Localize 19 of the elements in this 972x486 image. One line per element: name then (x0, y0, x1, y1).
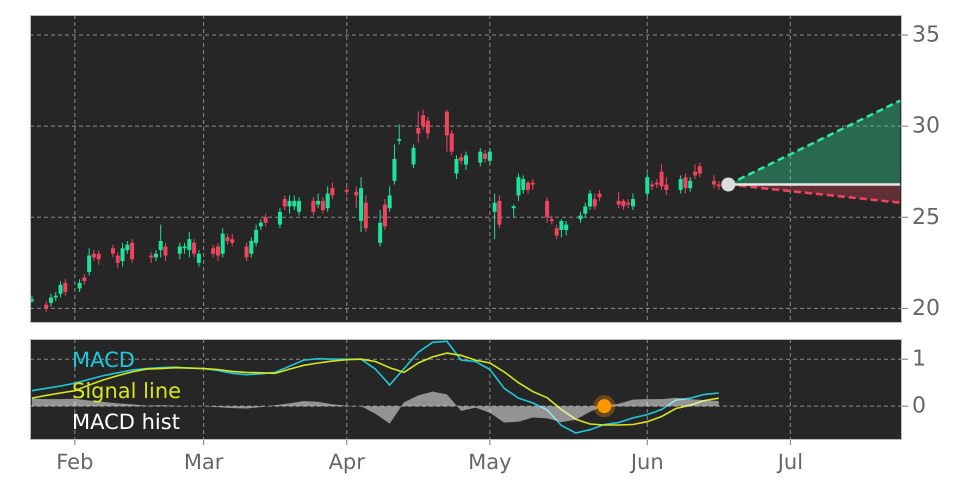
axis-tick-label: May (468, 450, 512, 474)
candlestick (344, 186, 349, 196)
axis-tick-label: 20 (912, 296, 940, 321)
axis-tick-label: 0 (912, 394, 926, 419)
axis-tick-label: Jul (778, 450, 804, 474)
legend-label: MACD (72, 348, 135, 372)
legend-label: MACD hist (72, 410, 180, 434)
legend-label: Signal line (72, 379, 182, 403)
axis-tick-label: 35 (912, 22, 940, 48)
axis-tick-label: Mar (184, 450, 224, 474)
candlestick (512, 204, 516, 218)
axis-tick-label: Apr (328, 450, 365, 474)
axis-tick-label: 1 (912, 346, 926, 372)
axis-tick-label: 25 (912, 204, 940, 230)
axis-tick-label: Jun (630, 450, 664, 474)
axis-tick-label: 30 (912, 114, 940, 139)
last-price-marker (721, 178, 736, 192)
axis-tick-label: Feb (56, 450, 94, 474)
candlestick (30, 295, 34, 304)
